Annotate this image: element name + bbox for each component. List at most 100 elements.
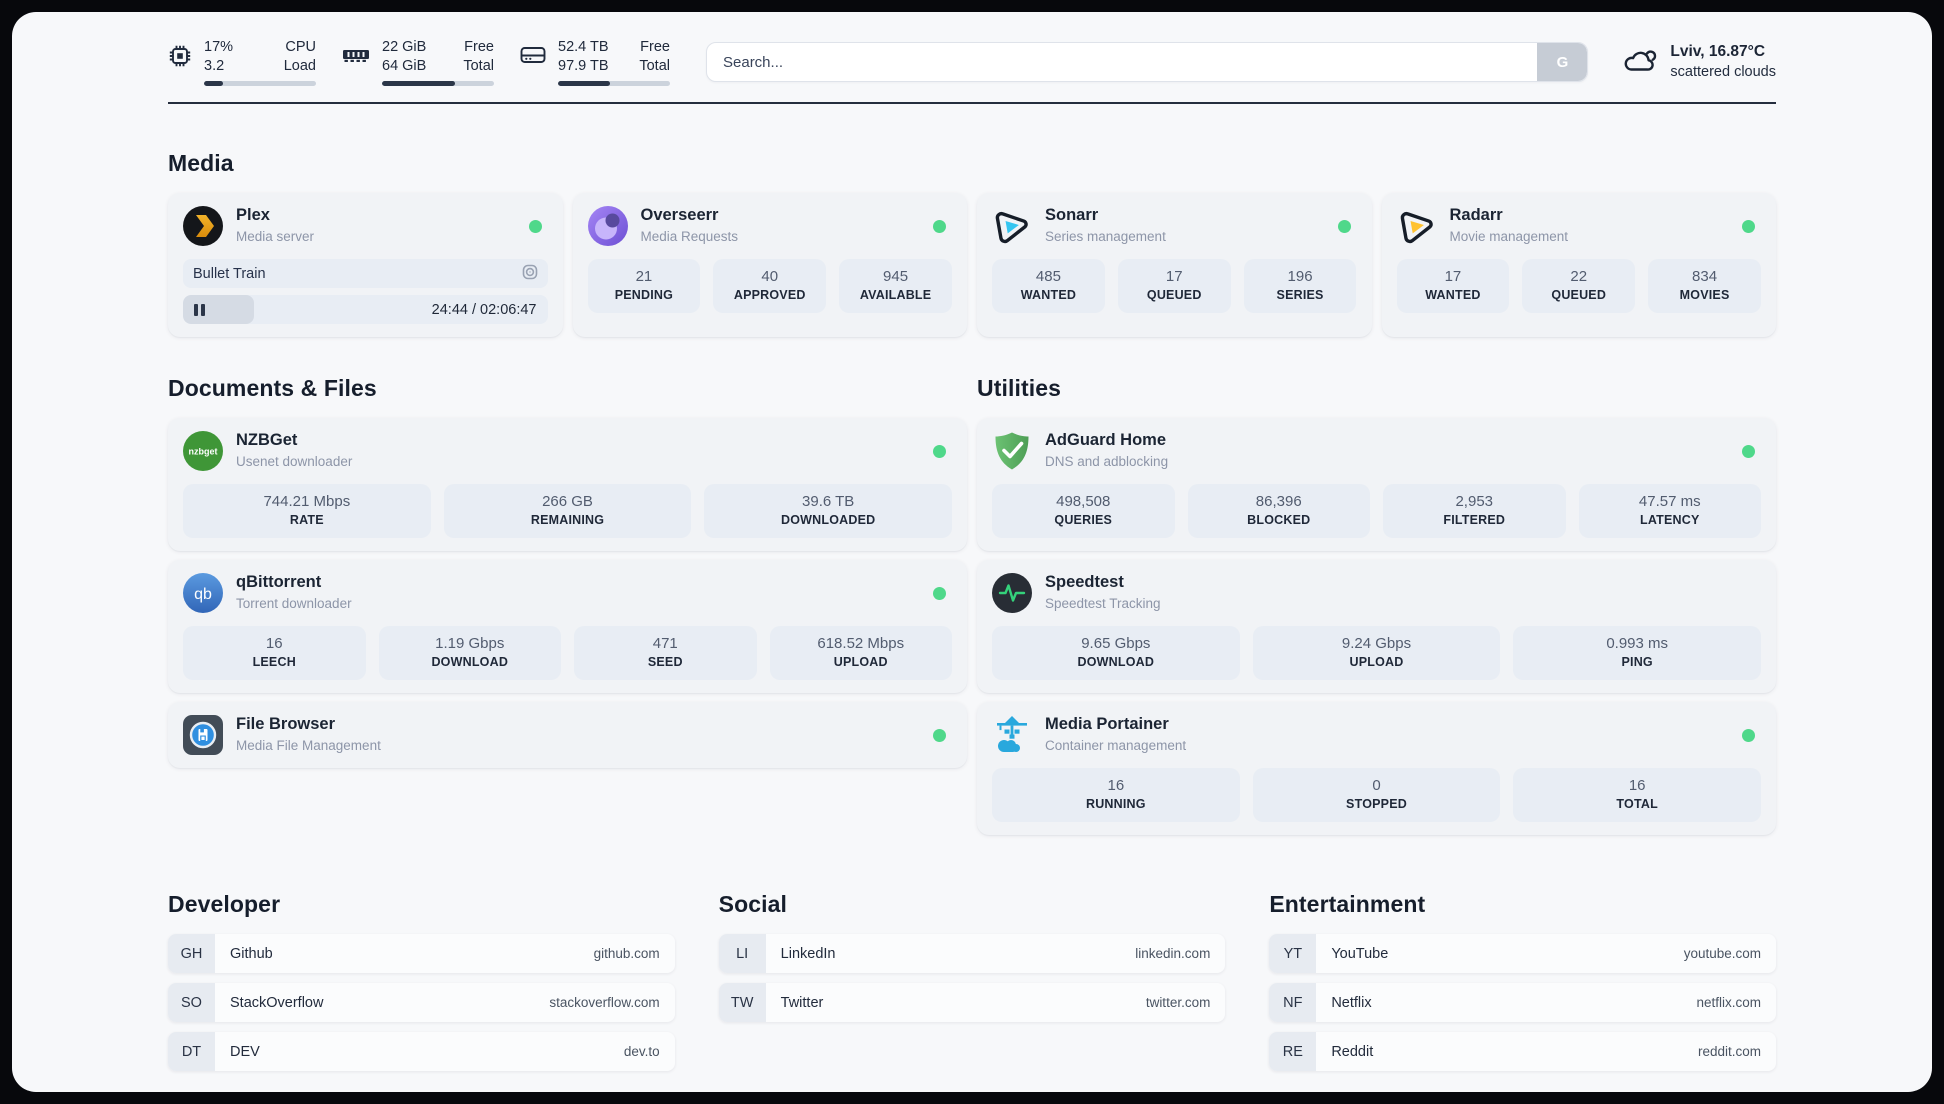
stat-value: 17	[1165, 268, 1183, 285]
stat-tile: 9.24 Gbps UPLOAD	[1252, 626, 1501, 680]
adguard-icon	[992, 431, 1032, 471]
status-dot-online	[933, 728, 946, 742]
now-playing-title: Bullet Train	[193, 265, 266, 282]
cpu-progress-bar	[204, 81, 316, 86]
search-input[interactable]	[707, 43, 1538, 81]
bookmark-name: StackOverflow	[230, 994, 324, 1011]
status-dot-online	[933, 219, 946, 233]
cpu-usage-label: CPU	[285, 39, 316, 55]
bookmark-twitter[interactable]: TW Twitter twitter.com	[718, 983, 1226, 1022]
bookmark-dev[interactable]: DT DEV dev.to	[168, 1032, 675, 1071]
bookmark-linkedin[interactable]: LI LinkedIn linkedin.com	[718, 934, 1226, 973]
stat-label: UPLOAD	[833, 655, 888, 669]
status-dot-online	[933, 586, 946, 600]
overseerr-icon	[587, 206, 628, 246]
app-title: Sonarr	[1045, 206, 1099, 224]
cpu-usage-value: 17%	[204, 39, 234, 55]
stat-value: 618.52 Mbps	[817, 635, 905, 652]
cpu-metric: 17% 3.2 CPU Load	[168, 38, 316, 86]
stat-value: 498,508	[1056, 493, 1111, 510]
stat-label: FILTERED	[1443, 513, 1506, 527]
now-playing-title-row: Bullet Train	[183, 259, 548, 288]
stat-label: SERIES	[1276, 288, 1324, 302]
stat-tile: 16 LEECH	[183, 626, 366, 680]
stat-label: AVAILABLE	[859, 288, 932, 302]
stat-tile: 22 QUEUED	[1522, 259, 1636, 313]
cpu-progress-fill	[204, 81, 224, 86]
app-card-sonarr[interactable]: Sonarr Series management 485 WANTED 17 Q…	[977, 193, 1372, 337]
storage-metric: 52.4 TB 97.9 TB Free Total	[520, 38, 670, 86]
stat-tile: 834 MOVIES	[1648, 259, 1761, 313]
cpu-icon	[168, 44, 192, 73]
bookmark-github[interactable]: GH Github github.com	[168, 934, 675, 973]
stat-value: 266 GB	[542, 493, 593, 510]
app-card-qbittorrent[interactable]: qb qBittorrent Torrent downloader 16 LEE…	[168, 560, 967, 693]
stat-tile: 16 TOTAL	[1513, 768, 1762, 822]
stat-value: 22	[1570, 268, 1588, 285]
app-card-filebrowser[interactable]: File Browser Media File Management	[168, 702, 967, 768]
section-title-entertainment: Entertainment	[1269, 891, 1426, 917]
bookmark-url: youtube.com	[1683, 946, 1761, 961]
stat-value: 2,953	[1455, 493, 1494, 510]
portainer-icon	[992, 715, 1032, 755]
status-dot-online	[1742, 444, 1755, 458]
stat-value: 39.6 TB	[802, 493, 855, 510]
stat-label: QUEUED	[1146, 288, 1202, 302]
dashboard-page: 17% 3.2 CPU Load 22 GiB 64 GiB Free Tota…	[12, 12, 1932, 1092]
app-subtitle: Speedtest Tracking	[1045, 596, 1161, 611]
memory-progress-fill	[382, 81, 456, 86]
stat-tile: 266 GB REMAINING	[443, 484, 692, 538]
app-title: Radarr	[1449, 206, 1503, 224]
app-card-adguard[interactable]: AdGuard Home DNS and adblocking 498,508 …	[977, 418, 1776, 551]
cloud-icon	[1622, 46, 1658, 79]
app-title: Media Portainer	[1045, 715, 1169, 733]
stat-label: MOVIES	[1679, 288, 1730, 302]
bookmark-stackoverflow[interactable]: SO StackOverflow stackoverflow.com	[168, 983, 675, 1022]
bookmark-reddit[interactable]: RE Reddit reddit.com	[1269, 1032, 1776, 1071]
stat-value: 9.24 Gbps	[1341, 635, 1412, 652]
stat-label: SEED	[647, 655, 683, 669]
bookmark-youtube[interactable]: YT YouTube youtube.com	[1269, 934, 1776, 973]
bookmark-abbr: SO	[168, 983, 215, 1022]
app-card-speedtest[interactable]: Speedtest Speedtest Tracking 9.65 Gbps D…	[977, 560, 1776, 693]
stat-value: 21	[635, 268, 653, 285]
now-playing-progress: 24:44 / 02:06:47	[183, 295, 548, 324]
sonarr-icon	[992, 206, 1032, 246]
filebrowser-icon	[183, 715, 223, 755]
section-title-developer: Developer	[168, 891, 281, 917]
stat-label: BLOCKED	[1247, 513, 1311, 527]
app-card-radarr[interactable]: Radarr Movie management 17 WANTED 22 QUE…	[1381, 193, 1776, 337]
stat-value: 17	[1444, 268, 1462, 285]
search-engine-button[interactable]: G	[1537, 43, 1588, 81]
stat-label: WANTED	[1425, 288, 1481, 302]
stat-tile: 945 AVAILABLE	[839, 259, 952, 313]
stat-label: UPLOAD	[1349, 655, 1404, 669]
svg-text:nzbget: nzbget	[189, 447, 218, 457]
bookmark-url: twitter.com	[1145, 995, 1211, 1010]
weather-condition: scattered clouds	[1670, 64, 1776, 80]
bookmark-abbr: LI	[718, 934, 766, 973]
bookmark-name: Netflix	[1331, 994, 1372, 1011]
app-card-overseerr[interactable]: Overseerr Media Requests 21 PENDING 40 A…	[572, 193, 967, 337]
bookmark-name: LinkedIn	[780, 945, 836, 962]
app-card-plex[interactable]: Plex Media server Bullet Train 24:44 / 0…	[168, 193, 563, 337]
stat-label: STOPPED	[1346, 797, 1407, 811]
cpu-load-label: Load	[283, 58, 316, 74]
stat-label: DOWNLOAD	[431, 655, 509, 669]
now-playing-time: 24:44 / 02:06:47	[431, 301, 537, 318]
memory-total-label: Total	[463, 58, 494, 74]
app-card-portainer[interactable]: Media Portainer Container management 16 …	[977, 702, 1776, 835]
documents-column: Documents & Files nzbget NZBGet Usenet d…	[168, 375, 967, 835]
utilities-column: Utilities AdGuard Home DNS and adblockin…	[977, 375, 1776, 835]
plex-icon	[183, 206, 223, 246]
app-subtitle: Movie management	[1449, 229, 1569, 244]
stat-tile: 39.6 TB DOWNLOADED	[704, 484, 953, 538]
stat-value: 0.993 ms	[1606, 635, 1669, 652]
bookmark-netflix[interactable]: NF Netflix netflix.com	[1269, 983, 1776, 1022]
stat-value: 16	[265, 635, 283, 652]
top-bar: 17% 3.2 CPU Load 22 GiB 64 GiB Free Tota…	[168, 12, 1776, 86]
stat-label: RUNNING	[1085, 797, 1146, 811]
app-card-nzbget[interactable]: nzbget NZBGet Usenet downloader 744.21 M…	[168, 418, 967, 551]
app-title: qBittorrent	[236, 573, 322, 591]
bookmark-url: linkedin.com	[1135, 946, 1211, 961]
